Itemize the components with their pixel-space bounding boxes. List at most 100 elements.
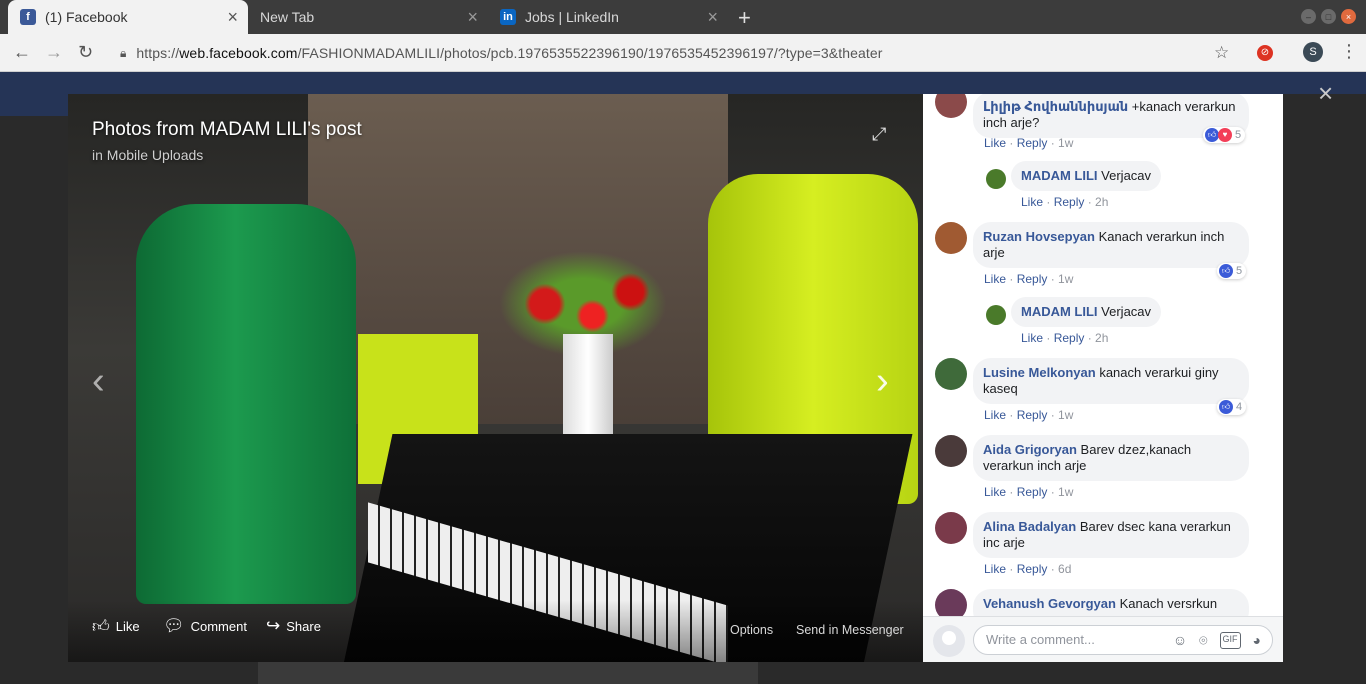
photo-viewer[interactable] (68, 94, 923, 662)
bookmark-star-icon[interactable]: ☆ (1214, 43, 1229, 63)
forward-icon[interactable]: → (45, 42, 63, 63)
window-close-icon[interactable]: × (1341, 9, 1356, 24)
avatar[interactable] (935, 222, 967, 254)
photo-subtitle: in Mobile Uploads (92, 147, 204, 163)
avatar[interactable] (986, 305, 1006, 325)
tab-facebook[interactable]: f (1) Facebook × (8, 0, 248, 34)
backdrop-right (1283, 94, 1366, 684)
tab-linkedin[interactable]: in Jobs | LinkedIn × (488, 0, 728, 34)
comment-meta: Like · Reply · 1w (984, 408, 1074, 422)
camera-icon[interactable]: ⌾ (1199, 632, 1207, 649)
close-tab-icon[interactable]: × (227, 7, 238, 28)
thumbs-up-icon: 👍︎ (92, 617, 110, 636)
comment-bubble: Alina Badalyan Barev dsec kana verarkun … (973, 512, 1249, 558)
back-icon[interactable]: ← (13, 42, 31, 63)
comment-author[interactable]: Լիլիթ Հովհաննիսյան (983, 99, 1128, 114)
comment-text: Kanach versrkun (1119, 596, 1218, 611)
comment-meta: Like · Reply · 6d (984, 562, 1072, 576)
comment-text: Verjacav (1101, 304, 1152, 319)
comment-input-icons: ☺ ⌾ GIF ◕ (1173, 632, 1261, 649)
url-text: https://web.facebook.com/FASHIONMADAMLIL… (136, 45, 883, 61)
minimize-icon[interactable]: – (1301, 9, 1316, 24)
send-messenger-button[interactable]: Send in Messenger (796, 623, 904, 637)
share-button[interactable]: ↪ Share (266, 616, 321, 636)
comment-bubble: Aida Grigoryan Barev dzez,kanach verarku… (973, 435, 1249, 481)
speech-bubble-icon: 💬︎ (163, 616, 185, 635)
avatar[interactable] (935, 435, 967, 467)
previous-photo-icon[interactable]: ‹ (92, 360, 105, 403)
album-link[interactable]: Mobile Uploads (107, 147, 204, 163)
comment-reply-link[interactable]: Reply (1054, 195, 1085, 209)
maximize-icon[interactable]: □ (1321, 9, 1336, 24)
avatar[interactable] (986, 169, 1006, 189)
comment-bubble: Lusine Melkonyan kanach verarkui giny ka… (973, 358, 1249, 404)
close-tab-icon[interactable]: × (467, 7, 478, 28)
photo-green-coat (136, 204, 356, 604)
like-reaction-icon: 👍︎ (1219, 264, 1233, 278)
avatar (933, 625, 965, 657)
facebook-icon: f (20, 9, 36, 25)
like-button[interactable]: 👍︎ Like (92, 616, 140, 637)
comment-meta: Like · Reply · 1w (984, 272, 1074, 286)
comment-meta: Like · Reply · 1w (984, 136, 1074, 150)
reload-icon[interactable]: ↻ (78, 42, 93, 63)
comment-author[interactable]: MADAM LILI (1021, 304, 1098, 319)
comment-reply-link[interactable]: Reply (1017, 562, 1048, 576)
love-reaction-icon: ♥ (1218, 128, 1232, 142)
comment-author[interactable]: Vehanush Gevorgyan (983, 596, 1116, 611)
extension-icon[interactable]: ⊘ (1257, 45, 1273, 61)
comment-like-link[interactable]: Like (1021, 195, 1043, 209)
comment-reply-link[interactable]: Reply (1017, 485, 1048, 499)
browser-toolbar: ← → ↻ 🔒︎ https://web.facebook.com/FASHIO… (0, 34, 1366, 72)
comments-panel: Լիլիթ Հովհաննիսյան +kanach verarkun inch… (923, 94, 1283, 662)
comment-author[interactable]: Aida Grigoryan (983, 442, 1077, 457)
profile-avatar[interactable]: S (1303, 42, 1323, 62)
comment-bubble: Ruzan Hovsepyan Kanach verarkun inch arj… (973, 222, 1249, 268)
next-photo-icon[interactable]: › (876, 360, 889, 403)
comment-like-link[interactable]: Like (984, 272, 1006, 286)
options-button[interactable]: Options (730, 623, 773, 637)
reaction-count[interactable]: 👍︎ 4 (1217, 399, 1247, 415)
comment-author[interactable]: Lusine Melkonyan (983, 365, 1096, 380)
reply-bubble: MADAM LILI Verjacav (1011, 297, 1162, 327)
comment-reply-link[interactable]: Reply (1054, 331, 1085, 345)
emoji-icon[interactable]: ☺ (1173, 632, 1187, 649)
comment-meta: Like · Reply · 1w (984, 485, 1074, 499)
window-controls: – □ × (1301, 9, 1356, 24)
comment-like-link[interactable]: Like (984, 408, 1006, 422)
comment-button[interactable]: 💬︎ Comment (163, 616, 247, 636)
fullscreen-icon[interactable]: ⤢ (872, 124, 886, 145)
address-bar[interactable]: 🔒︎ https://web.facebook.com/FASHIONMADAM… (110, 39, 1240, 67)
sticker-icon[interactable]: ◕ (1253, 632, 1261, 649)
avatar[interactable] (935, 358, 967, 390)
comment-text: Verjacav (1101, 168, 1152, 183)
photo-title: Photos from MADAM LILI's post (92, 119, 362, 140)
new-tab-button[interactable]: + (738, 5, 751, 31)
comment-like-link[interactable]: Like (1021, 331, 1043, 345)
reaction-count[interactable]: 👍︎ ♥ 5 (1203, 127, 1246, 143)
comment-author[interactable]: Alina Badalyan (983, 519, 1076, 534)
tab-title: Jobs | LinkedIn (525, 9, 619, 25)
tab-new-tab[interactable]: New Tab × (248, 0, 488, 34)
comment-reply-link[interactable]: Reply (1017, 136, 1048, 150)
close-theater-icon[interactable]: × (1318, 78, 1333, 109)
reaction-count[interactable]: 👍︎ 5 (1217, 263, 1247, 279)
comment-like-link[interactable]: Like (984, 562, 1006, 576)
tab-title: New Tab (260, 9, 315, 25)
like-reaction-icon: 👍︎ (1219, 400, 1233, 414)
chrome-menu-icon[interactable]: ⋮ (1340, 41, 1358, 62)
linkedin-icon: in (500, 9, 516, 25)
like-reaction-icon: 👍︎ (1205, 128, 1219, 142)
comment-author[interactable]: MADAM LILI (1021, 168, 1098, 183)
gif-icon[interactable]: GIF (1219, 632, 1241, 649)
avatar[interactable] (935, 512, 967, 544)
comment-like-link[interactable]: Like (984, 136, 1006, 150)
avatar[interactable] (935, 94, 967, 118)
comment-reply-link[interactable]: Reply (1017, 408, 1048, 422)
comment-author[interactable]: Ruzan Hovsepyan (983, 229, 1095, 244)
backdrop-bottom (258, 662, 758, 684)
comment-meta: Like · Reply · 2h (1021, 195, 1109, 209)
comment-like-link[interactable]: Like (984, 485, 1006, 499)
close-tab-icon[interactable]: × (707, 7, 718, 28)
comment-reply-link[interactable]: Reply (1017, 272, 1048, 286)
